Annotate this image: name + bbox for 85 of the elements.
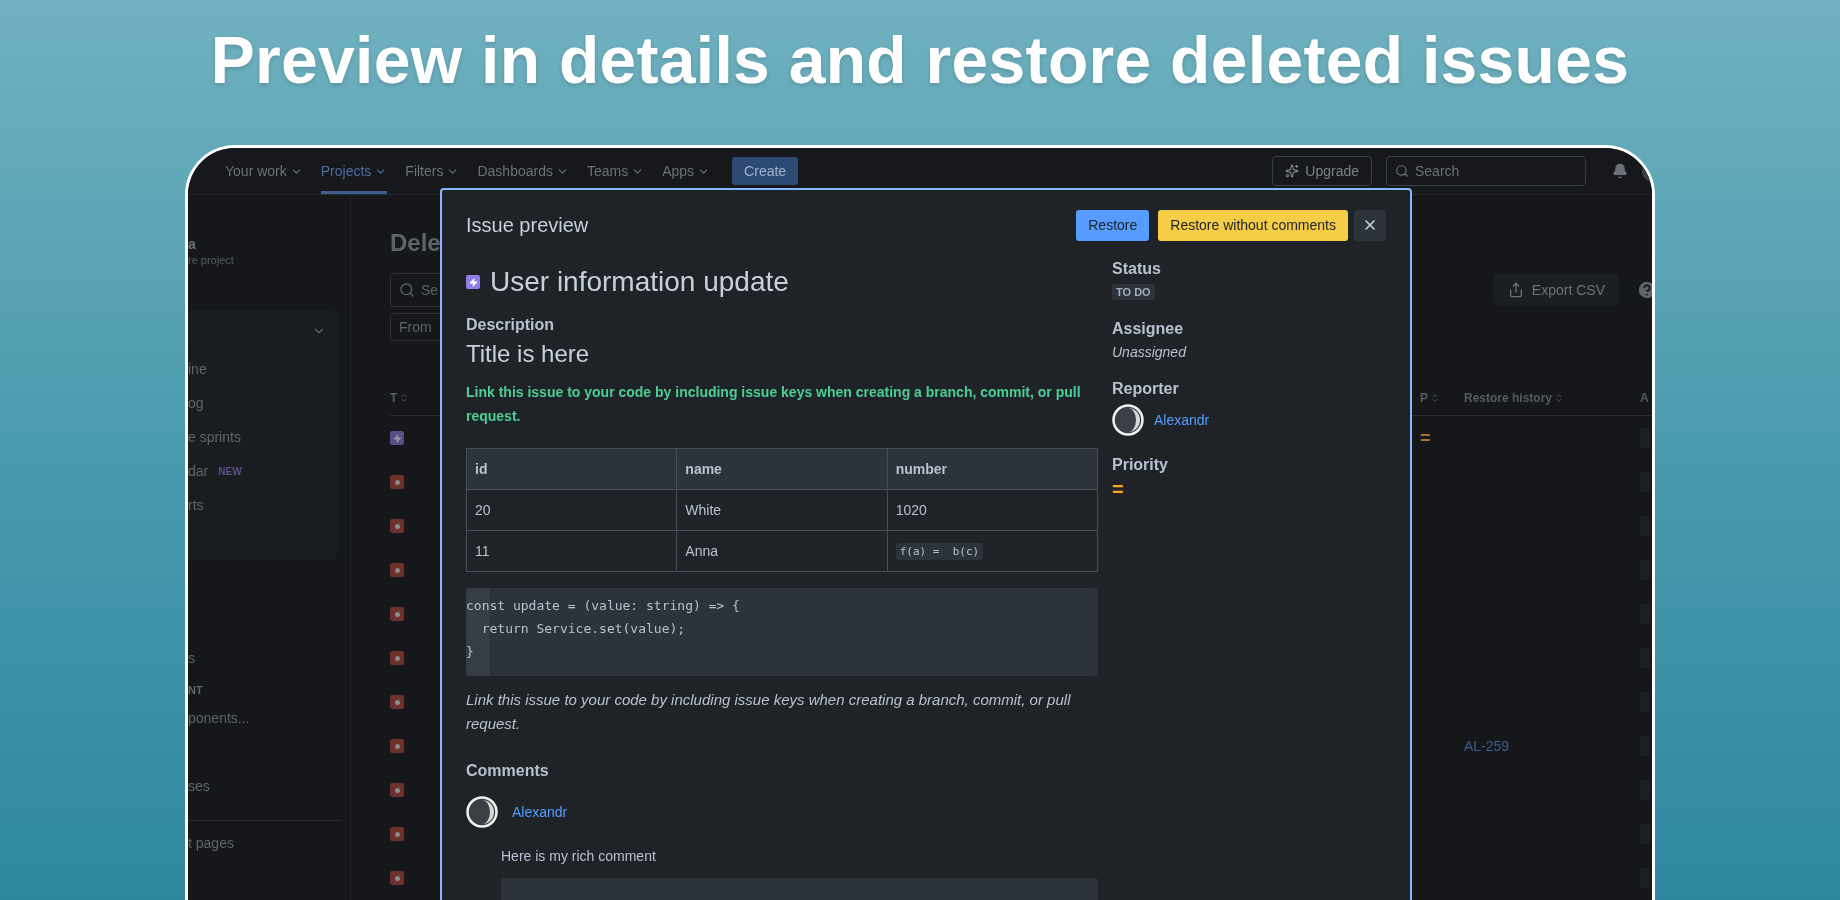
nav-tab[interactable]: Filters: [405, 148, 460, 194]
bug-icon: [390, 827, 404, 841]
issue-link[interactable]: AL-259: [1464, 738, 1510, 754]
table-cell: 1020: [887, 490, 1098, 531]
sort-icon: [1554, 393, 1565, 403]
column-header[interactable]: P: [1420, 391, 1428, 405]
sort-icon: [399, 393, 410, 403]
status-lozenge: TO DO: [1112, 284, 1155, 300]
bug-icon: [390, 783, 404, 797]
lightning-icon: [466, 275, 480, 289]
field-label: Priority: [1112, 456, 1169, 474]
help-icon[interactable]: [1636, 279, 1652, 301]
restore-without-comments-button[interactable]: Restore without comments: [1158, 209, 1348, 241]
close-button[interactable]: [1354, 209, 1386, 241]
sidebar-item[interactable]: e sprints: [188, 429, 241, 445]
field-value: Unassigned: [1112, 344, 1188, 360]
lightning-icon: [390, 431, 404, 445]
bug-icon: [390, 739, 404, 753]
issue-title: User information update: [490, 266, 789, 298]
bug-icon: [390, 651, 404, 665]
priority-icon: =: [1420, 427, 1431, 449]
table-header: name: [677, 449, 888, 490]
page-title: Dele: [390, 229, 442, 257]
bug-icon: [390, 519, 404, 533]
sidebar-item[interactable]: s: [188, 650, 350, 666]
nav-tab[interactable]: Apps: [662, 148, 711, 194]
project-type: re project: [188, 254, 235, 266]
project-name: a: [188, 236, 197, 252]
field-label: Assignee: [1112, 320, 1185, 338]
sidebar-item[interactable]: dar: [188, 463, 209, 479]
description-note: Link this issue to your code by including issue keys when creating a branch, commit, or pull request.: [466, 690, 1072, 734]
nav-tab[interactable]: Dashboards: [477, 148, 569, 194]
section-heading: NT: [188, 684, 204, 696]
description-text: Link this issue to your code by including issue keys when creating a branch, commit, or pull request.: [466, 383, 1082, 426]
user-link[interactable]: Alexandr: [512, 804, 568, 820]
create-button[interactable]: Create: [732, 157, 799, 185]
section-label: Description: [466, 316, 555, 334]
bell-icon[interactable]: [1612, 163, 1628, 179]
nav-tab[interactable]: Teams: [586, 148, 645, 194]
table-header: id: [467, 449, 678, 490]
sidebar-item[interactable]: og: [188, 395, 204, 411]
restore-button[interactable]: Restore: [1076, 209, 1150, 241]
bug-icon: [390, 563, 404, 577]
table-cell: Anna: [677, 531, 888, 572]
table-cell: 11: [467, 531, 678, 572]
column-header[interactable]: T: [390, 391, 398, 405]
bug-icon: [390, 871, 404, 885]
sidebar-item[interactable]: ses: [188, 778, 350, 794]
dialog-title: Issue preview: [466, 213, 589, 237]
bug-icon: [390, 475, 404, 489]
sort-icon: [1430, 393, 1440, 403]
field-label: Reporter: [1112, 380, 1180, 398]
column-header[interactable]: A: [1640, 391, 1649, 405]
section-label: Comments: [466, 762, 550, 780]
inline-code: f(a) = b(c): [895, 542, 984, 560]
field-label: Status: [1112, 260, 1162, 278]
table-cell: White: [677, 490, 888, 531]
search-field[interactable]: Search: [1386, 156, 1586, 186]
sidebar-item[interactable]: ponents...: [188, 710, 350, 726]
avatar-icon: [1112, 404, 1144, 436]
priority-icon: =: [1112, 480, 1386, 498]
description-heading: Title is here: [466, 340, 591, 368]
close-icon: [1362, 217, 1378, 233]
sidebar-item[interactable]: t pages: [188, 835, 350, 851]
search-icon: [1395, 164, 1409, 178]
user-link[interactable]: Alexandr: [1154, 412, 1210, 428]
upgrade-button[interactable]: Upgrade: [1272, 156, 1372, 186]
sparkle-icon: [1285, 164, 1300, 178]
comment-text: Here is my rich comment: [501, 848, 657, 864]
bug-icon: [390, 695, 404, 709]
export-button[interactable]: Export CSV: [1493, 274, 1619, 306]
headline: Preview in details and restore deleted issues: [210, 22, 1630, 99]
search-icon: [399, 282, 415, 298]
table-cell: 20: [467, 490, 678, 531]
nav-tab[interactable]: Projects: [320, 148, 388, 194]
table-header: number: [887, 449, 1098, 490]
sidebar-item[interactable]: ine: [188, 361, 207, 377]
avatar-icon: [466, 796, 498, 828]
sidebar-item[interactable]: rts: [188, 497, 204, 513]
new-label: NEW: [218, 465, 242, 477]
column-header[interactable]: Restore history: [1464, 391, 1553, 405]
nav-tab[interactable]: Your work: [225, 148, 303, 194]
bug-icon: [390, 607, 404, 621]
share-icon: [1507, 282, 1524, 298]
code-text: const update = (value: string) => { return Service.set(value); }: [466, 597, 740, 661]
